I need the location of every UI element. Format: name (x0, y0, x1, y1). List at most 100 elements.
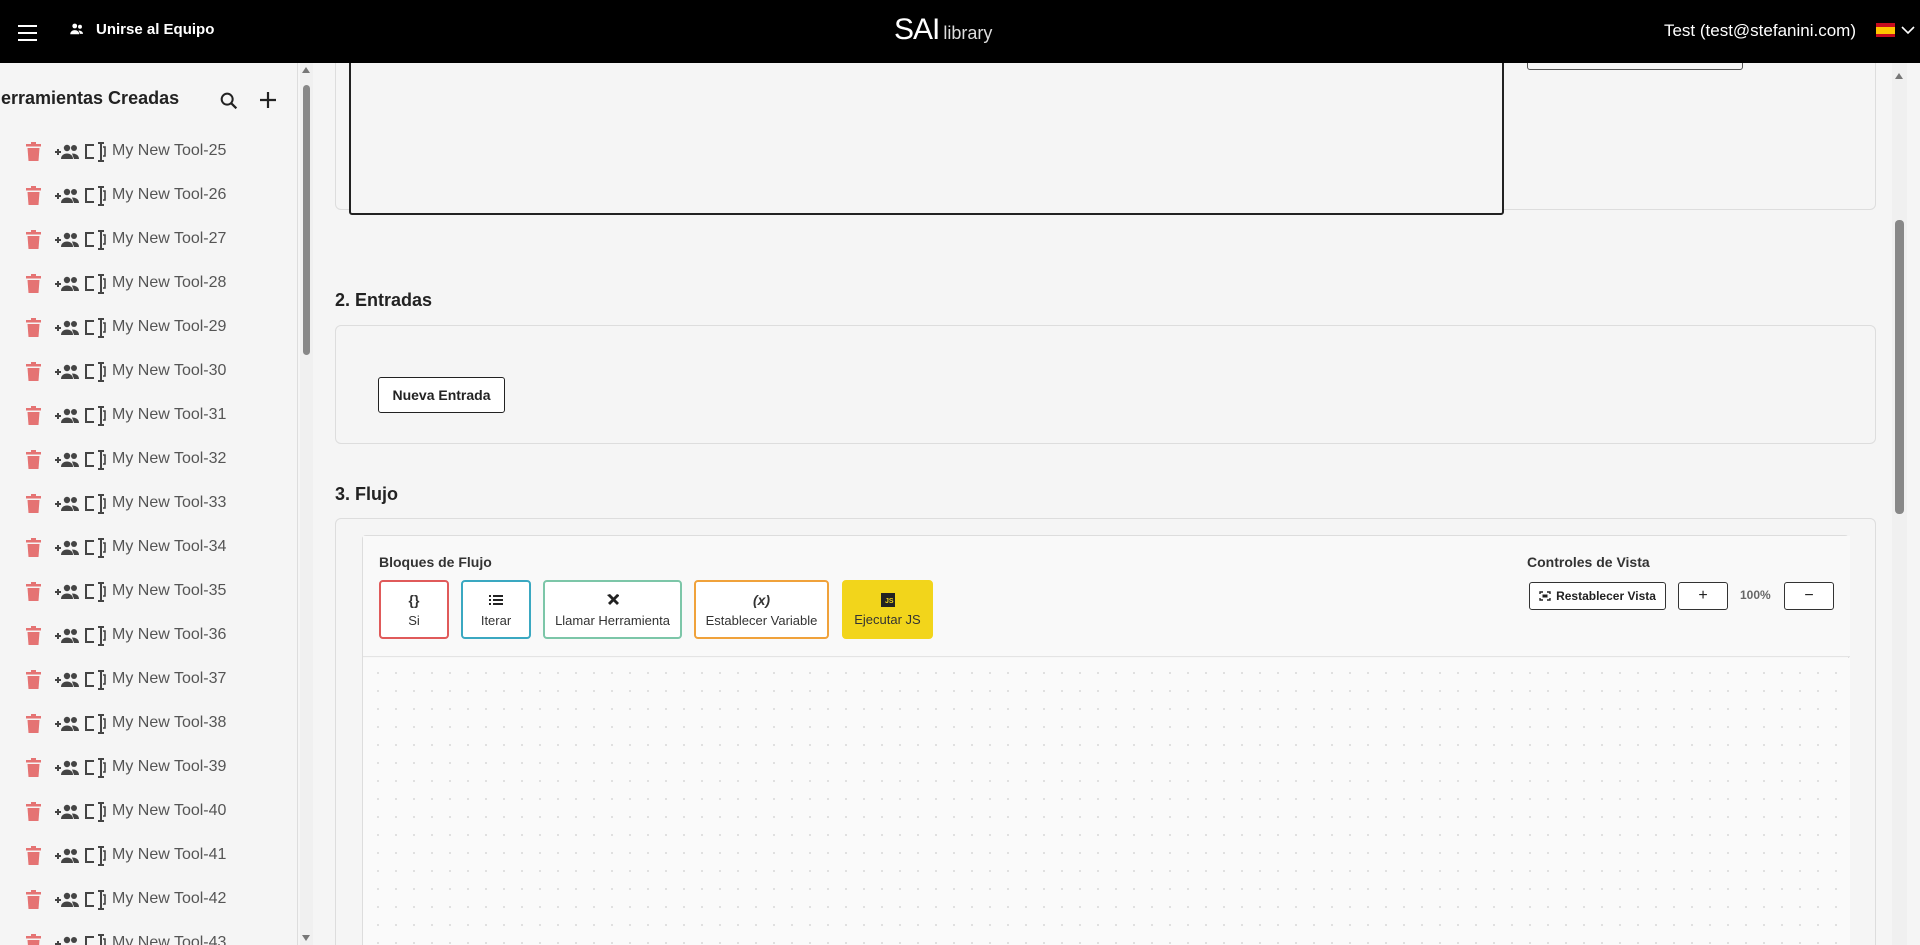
tool-list-item[interactable]: My New Tool-43 (0, 922, 297, 945)
tool-list-item[interactable]: My New Tool-40 (0, 790, 297, 834)
add-group-icon[interactable] (54, 274, 81, 294)
tool-name[interactable]: My New Tool-38 (112, 714, 226, 732)
tool-list-item[interactable]: My New Tool-31 (0, 394, 297, 438)
rename-icon[interactable] (84, 450, 106, 470)
tool-name[interactable]: My New Tool-28 (112, 274, 226, 292)
add-group-icon[interactable] (54, 538, 81, 558)
delete-icon[interactable] (25, 758, 42, 778)
tool-name[interactable]: My New Tool-43 (112, 934, 226, 945)
delete-icon[interactable] (25, 846, 42, 866)
add-group-icon[interactable] (54, 406, 81, 426)
tool-name[interactable]: My New Tool-36 (112, 626, 226, 644)
add-group-icon[interactable] (54, 362, 81, 382)
tool-list-item[interactable]: My New Tool-38 (0, 702, 297, 746)
rename-icon[interactable] (84, 802, 106, 822)
delete-icon[interactable] (25, 714, 42, 734)
rename-icon[interactable] (84, 318, 106, 338)
delete-icon[interactable] (25, 318, 42, 338)
add-group-icon[interactable] (54, 670, 81, 690)
delete-icon[interactable] (25, 934, 42, 945)
tool-list-item[interactable]: My New Tool-41 (0, 834, 297, 878)
reset-view-button[interactable]: Restablecer Vista (1529, 582, 1666, 610)
tool-name[interactable]: My New Tool-34 (112, 538, 226, 556)
tool-list-item[interactable]: My New Tool-25 (0, 130, 297, 174)
rename-icon[interactable] (84, 274, 106, 294)
tool-name[interactable]: My New Tool-27 (112, 230, 226, 248)
tool-name[interactable]: My New Tool-42 (112, 890, 226, 908)
zoom-in-button[interactable]: + (1678, 582, 1728, 610)
rename-icon[interactable] (84, 626, 106, 646)
block-ejecutar-js[interactable]: JS Ejecutar JS (842, 580, 933, 639)
zoom-out-button[interactable]: − (1784, 582, 1834, 610)
tool-list-item[interactable]: My New Tool-35 (0, 570, 297, 614)
sidebar-scroll-thumb[interactable] (303, 85, 310, 355)
add-group-icon[interactable] (54, 450, 81, 470)
tool-list-item[interactable]: My New Tool-39 (0, 746, 297, 790)
add-group-icon[interactable] (54, 494, 81, 514)
delete-icon[interactable] (25, 142, 42, 162)
tool-name[interactable]: My New Tool-40 (112, 802, 226, 820)
tool-name[interactable]: My New Tool-26 (112, 186, 226, 204)
add-group-icon[interactable] (54, 186, 81, 206)
add-group-icon[interactable] (54, 846, 81, 866)
block-si[interactable]: {} Si (379, 580, 449, 639)
rename-icon[interactable] (84, 758, 106, 778)
spain-flag-icon[interactable] (1876, 23, 1895, 37)
delete-icon[interactable] (25, 362, 42, 382)
delete-icon[interactable] (25, 626, 42, 646)
tool-name[interactable]: My New Tool-30 (112, 362, 226, 380)
tool-list-item[interactable]: My New Tool-27 (0, 218, 297, 262)
menu-icon[interactable] (16, 20, 40, 42)
tool-name[interactable]: My New Tool-41 (112, 846, 226, 864)
new-input-button[interactable]: Nueva Entrada (378, 377, 505, 413)
tool-name[interactable]: My New Tool-39 (112, 758, 226, 776)
flow-canvas[interactable] (363, 658, 1850, 945)
rename-icon[interactable] (84, 714, 106, 734)
rename-icon[interactable] (84, 230, 106, 250)
tool-list-item[interactable]: My New Tool-36 (0, 614, 297, 658)
tool-list-item[interactable]: My New Tool-34 (0, 526, 297, 570)
search-icon[interactable] (218, 90, 240, 112)
rename-icon[interactable] (84, 494, 106, 514)
main-scrollbar[interactable] (1892, 63, 1907, 945)
delete-icon[interactable] (25, 186, 42, 206)
add-group-icon[interactable] (54, 582, 81, 602)
tool-list-item[interactable]: My New Tool-28 (0, 262, 297, 306)
join-team-button[interactable]: Unirse al Equipo (68, 20, 214, 38)
add-icon[interactable] (256, 88, 280, 112)
rename-icon[interactable] (84, 142, 106, 162)
add-group-icon[interactable] (54, 934, 81, 945)
delete-icon[interactable] (25, 582, 42, 602)
add-group-icon[interactable] (54, 230, 81, 250)
tool-list-item[interactable]: My New Tool-37 (0, 658, 297, 702)
rename-icon[interactable] (84, 538, 106, 558)
tool-name[interactable]: My New Tool-35 (112, 582, 226, 600)
add-group-icon[interactable] (54, 890, 81, 910)
delete-icon[interactable] (25, 890, 42, 910)
delete-icon[interactable] (25, 494, 42, 514)
tool-list-item[interactable]: My New Tool-29 (0, 306, 297, 350)
add-group-icon[interactable] (54, 626, 81, 646)
tool-list-item[interactable]: My New Tool-33 (0, 482, 297, 526)
delete-icon[interactable] (25, 802, 42, 822)
delete-icon[interactable] (25, 230, 42, 250)
tool-name[interactable]: My New Tool-25 (112, 142, 226, 160)
tool-name[interactable]: My New Tool-29 (112, 318, 226, 336)
add-group-icon[interactable] (54, 142, 81, 162)
chevron-down-icon[interactable] (1900, 24, 1916, 36)
tool-list-item[interactable]: My New Tool-26 (0, 174, 297, 218)
tool-list-item[interactable]: My New Tool-32 (0, 438, 297, 482)
tool-list-item[interactable]: My New Tool-42 (0, 878, 297, 922)
add-group-icon[interactable] (54, 802, 81, 822)
block-iterar[interactable]: Iterar (461, 580, 531, 639)
block-llamar-herramienta[interactable]: Llamar Herramienta (543, 580, 682, 639)
delete-icon[interactable] (25, 670, 42, 690)
rename-icon[interactable] (84, 890, 106, 910)
add-group-icon[interactable] (54, 318, 81, 338)
rename-icon[interactable] (84, 362, 106, 382)
block-establecer-variable[interactable]: (x) Establecer Variable (694, 580, 829, 639)
delete-icon[interactable] (25, 450, 42, 470)
rename-icon[interactable] (84, 582, 106, 602)
delete-icon[interactable] (25, 274, 42, 294)
add-group-icon[interactable] (54, 714, 81, 734)
